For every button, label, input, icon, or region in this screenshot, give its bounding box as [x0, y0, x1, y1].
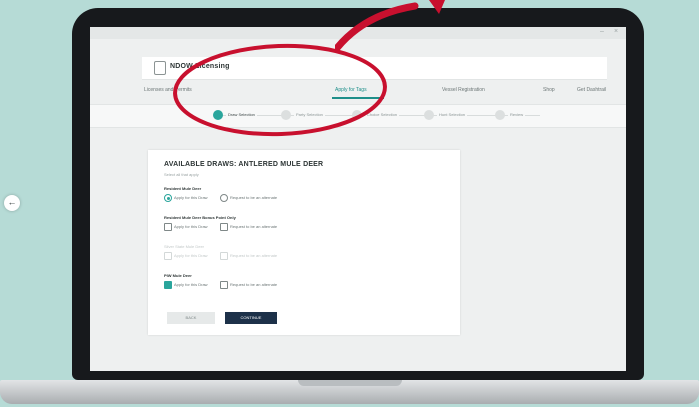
tab-get-dashtrail[interactable]: Get Dashtrail — [577, 87, 606, 93]
alternate-radio[interactable] — [220, 194, 228, 202]
alternate-checkbox — [220, 252, 228, 260]
option-label: Request to be an alternate — [230, 253, 278, 258]
draw-selection-card: AVAILABLE DRAWS: ANTLERED MULE DEER Sele… — [148, 150, 460, 335]
close-button[interactable]: × — [614, 28, 618, 35]
apply-draw-checkbox[interactable] — [164, 223, 172, 231]
highlight-ellipse — [173, 43, 387, 137]
step-dot — [424, 110, 434, 120]
option-label: Apply for this Draw — [174, 282, 208, 287]
option-label: Apply for this Draw — [174, 253, 208, 258]
option-label: Request to be an alternate — [230, 195, 278, 200]
section-title: Resident Mule Deer — [164, 186, 202, 191]
section-title: PIW Mule Deer — [164, 273, 192, 278]
step-dot — [495, 110, 505, 120]
section-title: Silver State Mule Deer — [164, 244, 205, 249]
alternate-checkbox[interactable] — [220, 223, 228, 231]
alternate-checkbox[interactable] — [220, 281, 228, 289]
tab-vessel-registration[interactable]: Vessel Registration — [442, 87, 485, 93]
arrow-left-icon: ← — [7, 197, 17, 207]
app-logo-icon — [154, 61, 166, 75]
annotation-arrow-head — [429, 0, 445, 14]
option-label: Apply for this Draw — [174, 195, 208, 200]
card-subtitle: Select all that apply — [164, 172, 199, 177]
apply-draw-checkbox[interactable] — [164, 281, 172, 289]
back-nav-button[interactable]: ← — [4, 195, 20, 211]
laptop-notch — [298, 380, 402, 386]
back-button[interactable]: BACK — [167, 312, 215, 324]
card-title: AVAILABLE DRAWS: ANTLERED MULE DEER — [164, 161, 324, 168]
option-label: Apply for this Draw — [174, 224, 208, 229]
continue-button[interactable]: CONTINUE — [225, 312, 277, 324]
apply-draw-radio[interactable] — [164, 194, 172, 202]
step-label: Review — [508, 112, 526, 117]
annotation-ellipse — [173, 43, 387, 137]
minimize-button[interactable]: – — [600, 28, 604, 35]
step-label: Hunt Selection — [437, 112, 468, 117]
section-title: Resident Mule Deer Bonus Point Only — [164, 215, 236, 220]
tab-shop[interactable]: Shop — [543, 87, 555, 93]
apply-draw-checkbox — [164, 252, 172, 260]
option-label: Request to be an alternate — [230, 282, 278, 287]
option-label: Request to be an alternate — [230, 224, 278, 229]
